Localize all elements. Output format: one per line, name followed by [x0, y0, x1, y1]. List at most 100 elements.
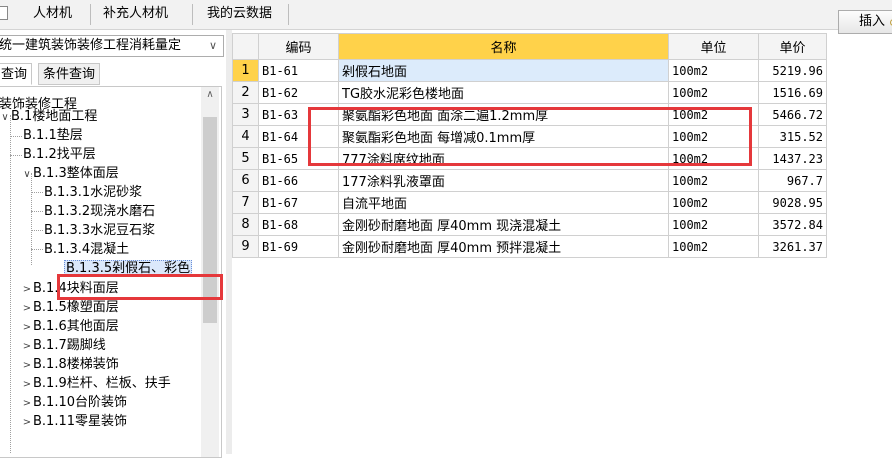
tree-node-label: B.1.11零星装饰 [33, 414, 127, 429]
tree-node[interactable]: B.1.3.4混凝土 [44, 240, 129, 259]
cell-name[interactable]: 剁假石地面 [338, 59, 669, 82]
tree-node-label: B.1.8楼梯装饰 [33, 357, 119, 372]
select-checkbox[interactable] [0, 6, 8, 20]
tree-node-label: B.1.3.4混凝土 [44, 242, 130, 257]
expand-right-icon[interactable]: > [21, 356, 33, 375]
row-number: 6 [232, 169, 259, 192]
cell-price[interactable]: 3261.37 [758, 235, 827, 258]
tree-node[interactable]: > B.1.5橡塑面层 [21, 298, 119, 317]
library-select-value: 统一建筑装饰装修工程消耗量定 [0, 38, 182, 53]
table-row[interactable]: 7 B1-67 自流平地面 100m2 9028.95 [232, 191, 827, 214]
tree-node[interactable]: > B.1.11零星装饰 [21, 412, 127, 431]
cell-price[interactable]: 5466.72 [758, 103, 827, 126]
cell-name[interactable]: 177涂料乳液罩面 [338, 169, 669, 192]
expand-right-icon[interactable]: > [21, 375, 33, 394]
tree-node-label: B.1.5橡塑面层 [33, 300, 119, 315]
tab-condition-query[interactable]: 条件查询 [38, 63, 101, 85]
tree-node[interactable]: B.1.1垫层 [23, 126, 83, 145]
tree-node[interactable]: > B.1.6其他面层 [21, 317, 119, 336]
row-number: 4 [232, 125, 259, 148]
expand-right-icon[interactable]: > [21, 413, 33, 432]
tree-node-label: B.1.3.2现浇水磨石 [44, 204, 156, 219]
expand-right-icon[interactable]: > [21, 394, 33, 413]
cell-name[interactable]: 金刚砂耐磨地面 厚40mm 预拌混凝土 [338, 235, 669, 258]
tree-node[interactable]: > B.1.9栏杆、栏板、扶手 [21, 374, 171, 393]
tree-connector [10, 136, 22, 137]
tab-supplement-material[interactable]: 补充人材机 [103, 0, 168, 29]
tree-node[interactable]: B.1.2找平层 [23, 145, 96, 164]
header-unit[interactable]: 单位 [668, 33, 759, 60]
tree-node-label: B.1.3.3水泥豆石浆 [44, 223, 156, 238]
tree-node[interactable]: B.1.3.3水泥豆石浆 [44, 221, 155, 240]
cell-code[interactable]: B1-62 [258, 81, 339, 104]
row-number: 5 [232, 147, 259, 170]
cell-unit[interactable]: 100m2 [668, 191, 759, 214]
cell-unit[interactable]: 100m2 [668, 235, 759, 258]
cell-name[interactable]: 金刚砂耐磨地面 厚40mm 现浇混凝土 [338, 213, 669, 236]
cell-unit[interactable]: 100m2 [668, 81, 759, 104]
tree-node[interactable]: ∨ B.1楼地面工程 [0, 107, 97, 126]
cell-code[interactable]: B1-69 [258, 235, 339, 258]
tree-connector [31, 230, 43, 231]
tree-connector [10, 115, 11, 453]
tree-node[interactable]: ∨ B.1.3整体面层 [21, 164, 118, 184]
header-code[interactable]: 编码 [258, 33, 339, 60]
scroll-up-arrow-icon[interactable]: ∧ [201, 87, 219, 103]
header-price[interactable]: 单价 [758, 33, 827, 60]
table-row[interactable]: 1 B1-61 剁假石地面 100m2 5219.96 [232, 59, 827, 82]
row-number: 9 [232, 235, 259, 258]
expand-right-icon[interactable]: > [21, 280, 33, 299]
cell-price[interactable]: 9028.95 [758, 191, 827, 214]
cell-price[interactable]: 967.7 [758, 169, 827, 192]
expand-right-icon[interactable]: > [21, 337, 33, 356]
table-row[interactable]: 6 B1-66 177涂料乳液罩面 100m2 967.7 [232, 169, 827, 192]
row-number: 1 [232, 59, 259, 82]
table-row[interactable]: 9 B1-69 金刚砂耐磨地面 厚40mm 预拌混凝土 100m2 3261.3… [232, 235, 827, 258]
chapter-tree: 装饰装修工程 ∨ B.1楼地面工程 B.1.1垫层 B.1.2找平层 ∨ B.1.3… [0, 86, 222, 458]
table-row[interactable]: 8 B1-68 金刚砂耐磨地面 厚40mm 现浇混凝土 100m2 3572.8… [232, 213, 827, 236]
tree-node-label: B.1.10台阶装饰 [33, 395, 127, 410]
cell-name[interactable]: TG胶水泥彩色楼地面 [338, 81, 669, 104]
tab-divider [90, 4, 91, 25]
tree-connector [31, 192, 43, 193]
table-row[interactable]: 2 B1-62 TG胶水泥彩色楼地面 100m2 1516.69 [232, 81, 827, 104]
insert-button-label: 插入 [859, 14, 886, 29]
cell-unit[interactable]: 100m2 [668, 59, 759, 82]
tab-material[interactable]: 人材机 [33, 0, 72, 29]
cell-name[interactable]: 自流平地面 [338, 191, 669, 214]
tree-node[interactable]: B.1.3.2现浇水磨石 [44, 202, 155, 221]
expand-right-icon[interactable]: > [21, 299, 33, 318]
tree-connector [31, 211, 43, 212]
cell-unit[interactable]: 100m2 [668, 213, 759, 236]
tree-connector [10, 155, 22, 156]
tree-node[interactable]: > B.1.7踢脚线 [21, 336, 106, 355]
expand-right-icon[interactable]: > [21, 318, 33, 337]
header-row-number [232, 33, 259, 60]
tab-cloud-data[interactable]: 我的云数据 [207, 0, 272, 29]
library-select[interactable]: 统一建筑装饰装修工程消耗量定 ∨ [0, 35, 224, 57]
table-header-row: 编码 名称 单位 单价 [232, 33, 827, 60]
cell-price[interactable]: 3572.84 [758, 213, 827, 236]
tab-query[interactable]: 查询 [0, 63, 33, 85]
cell-price[interactable]: 1516.69 [758, 81, 827, 104]
tree-node[interactable]: > B.1.8楼梯装饰 [21, 355, 119, 374]
cell-code[interactable]: B1-66 [258, 169, 339, 192]
tree-node[interactable]: > B.1.10台阶装饰 [21, 393, 127, 412]
tree-node[interactable]: B.1.3.1水泥砂浆 [44, 183, 142, 202]
insert-button[interactable]: 插入 [838, 10, 892, 34]
tree-connector [31, 173, 32, 265]
cell-price[interactable]: 1437.23 [758, 147, 827, 170]
chevron-down-icon[interactable]: ∨ [206, 36, 220, 56]
expand-down-icon[interactable]: ∨ [0, 108, 11, 127]
tree-scrollbar[interactable]: ∧ [201, 87, 219, 457]
cell-code[interactable]: B1-67 [258, 191, 339, 214]
cell-code[interactable]: B1-68 [258, 213, 339, 236]
header-name[interactable]: 名称 [338, 33, 669, 60]
cell-price[interactable]: 315.52 [758, 125, 827, 148]
cell-unit[interactable]: 100m2 [668, 169, 759, 192]
cell-code[interactable]: B1-61 [258, 59, 339, 82]
cell-price[interactable]: 5219.96 [758, 59, 827, 82]
expand-down-icon[interactable]: ∨ [21, 165, 33, 184]
tree-node-label: B.1.7踢脚线 [33, 338, 106, 353]
quota-library-panel: 统一建筑装饰装修工程消耗量定 ∨ 查询 条件查询 装饰装修工程 ∨ B.1楼地面工… [0, 30, 226, 458]
